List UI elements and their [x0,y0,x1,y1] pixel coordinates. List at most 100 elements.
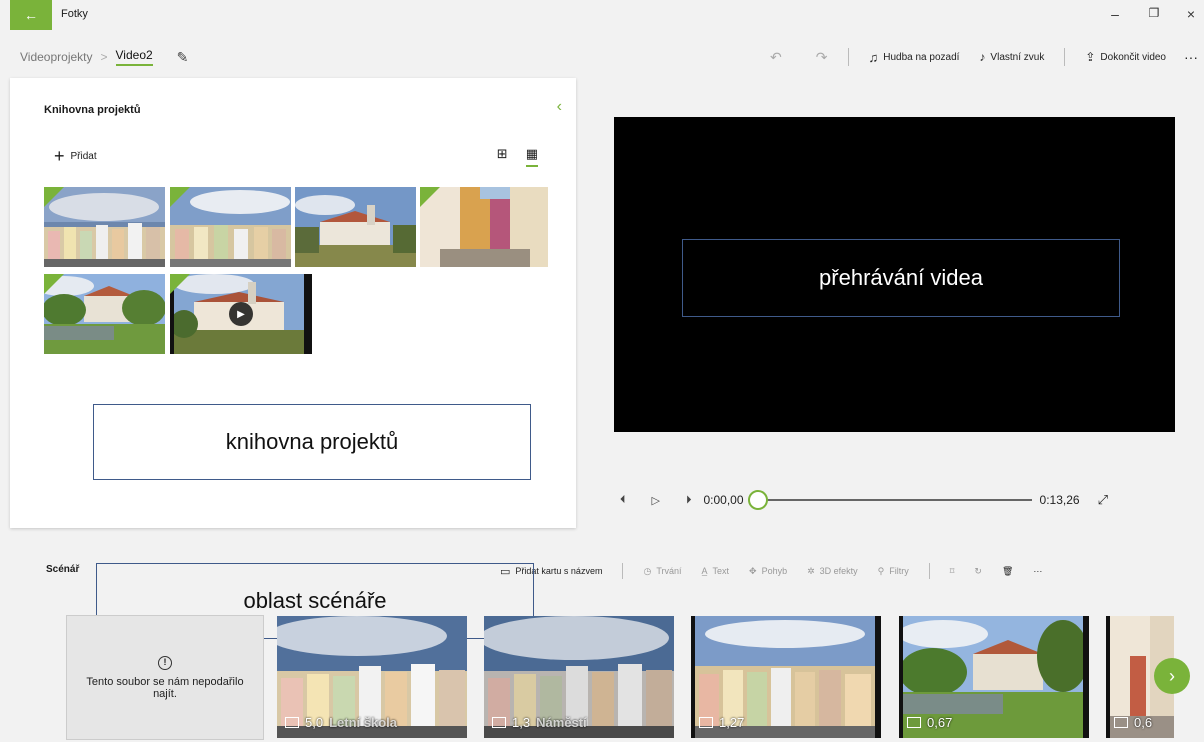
text-label: Text [712,566,730,576]
storyboard-clip[interactable]: 0,67 [899,616,1089,738]
warning-icon: ! [158,655,172,670]
storyboard-clip[interactable]: 1,3 Náměstí [484,616,674,738]
filters-button[interactable]: ⚲ Filtry [878,566,909,577]
clock-icon: ◷ [643,565,652,576]
custom-audio-label: Vlastní zvuk [990,51,1045,63]
resize-icon[interactable]: ⌑ [950,566,955,577]
title-bar: ← Fotky – ❐ × [0,0,1204,44]
scroll-next-button[interactable]: › [1154,658,1190,694]
collapse-library-icon[interactable]: ‹ [557,98,562,116]
custom-audio-icon: ♪ [979,50,986,64]
seek-bar[interactable] [747,490,1032,510]
3d-effects-button[interactable]: ✲ 3D efekty [807,566,858,577]
library-thumbnail[interactable] [170,187,291,267]
breadcrumb-separator: > [100,50,108,64]
close-button[interactable]: × [1176,6,1204,22]
clip-duration: 1,27 [719,715,745,730]
motion-icon: ✥ [749,565,757,576]
clip-label: 1,27 [699,715,744,730]
add-media-label: Přidat [70,151,97,162]
small-grid-view-icon[interactable]: ▦ [525,146,538,167]
clip-duration: 1,3 [512,715,531,730]
library-thumbnail[interactable] [420,187,548,267]
divider [928,563,930,579]
clip-label: 1,3 Náměstí [492,715,587,730]
duration-label: Trvání [656,566,682,576]
finish-video-label: Dokončit video [1100,51,1166,63]
breadcrumb-videoprojects[interactable]: Videoprojekty [0,50,93,64]
storyboard-toolbar: ▭ Přidat kartu s názvem ◷ Trvání A̲ Text… [500,560,1164,582]
app-title: Fotky [61,8,88,20]
library-thumbnail[interactable] [44,187,165,267]
undo-icon[interactable]: ↶ [770,49,782,66]
breadcrumb: Videoprojekty > Video2 ✎ [0,46,188,68]
fullscreen-icon[interactable]: ⤢ [1098,492,1108,508]
play-icon[interactable]: ▶ [229,302,253,326]
text-button[interactable]: A̲ Text [701,566,729,576]
clip-caption: Náměstí [536,715,587,730]
view-toggle: ⊞ ▦ [497,146,538,167]
library-video-thumbnail[interactable]: ▶ [170,274,312,354]
in-use-marker [170,274,190,294]
share-export-icon: ⇪ [1085,50,1096,64]
playback-controls: ⏴ ▷ ⏵ 0:00,00 0:13,26 ⤢ [620,486,1180,514]
divider [847,48,849,66]
top-toolbar: ↶ ↷ ♫ Hudba na pozadí ♪ Vlastní zvuk ⇪ D… [770,46,1204,68]
in-use-marker [44,187,64,207]
text-icon: A̲ [701,566,708,576]
custom-audio-button[interactable]: ♪ Vlastní zvuk [979,50,1044,64]
seek-knob[interactable] [747,490,768,510]
library-thumbnail[interactable] [295,187,416,267]
motion-button[interactable]: ✥ Pohyb [749,566,787,577]
annotation-video: přehrávání videa [682,239,1120,317]
delete-icon[interactable]: 🗑 [1002,566,1013,577]
filter-icon: ⚲ [877,565,885,576]
storyboard-clip[interactable]: 5,0 Letní škola [277,616,467,738]
minimize-button[interactable]: – [1100,6,1130,22]
clip-duration: 0,67 [927,715,953,730]
motion-label: Pohyb [761,566,788,576]
in-use-marker [170,187,190,207]
in-use-marker [44,274,64,294]
clip-label: 0,67 [907,715,952,730]
previous-frame-icon[interactable]: ⏴ [620,494,626,507]
background-music-button[interactable]: ♫ Hudba na pozadí [869,50,960,65]
seek-track [749,499,1032,501]
rotate-icon[interactable]: ↻ [974,566,982,577]
plus-icon: + [54,146,65,166]
clip-duration: 5,0 [305,715,324,730]
filters-label: Filtry [889,566,909,576]
castle-photo [295,187,416,267]
background-music-label: Hudba na pozadí [883,51,960,63]
clip-label: 0,6 [1114,715,1152,730]
finish-video-button[interactable]: ⇪ Dokončit video [1085,50,1166,64]
image-icon [285,717,299,728]
duration-button[interactable]: ◷ Trvání [643,566,681,577]
in-use-marker [420,187,440,207]
missing-clip-card[interactable]: ! Tento soubor se nám nepodařilo najít. [66,615,264,740]
rename-pencil-icon[interactable]: ✎ [177,49,189,66]
restore-button[interactable]: ❐ [1139,6,1169,20]
redo-icon[interactable]: ↷ [816,49,828,66]
add-media-button[interactable]: + Přidat [54,146,97,167]
3d-effects-label: 3D efekty [819,566,858,576]
image-icon [907,717,921,728]
library-thumbnail[interactable] [44,274,165,354]
more-options-icon[interactable]: ··· [1184,49,1198,65]
large-grid-view-icon[interactable]: ⊞ [497,146,508,167]
storyboard-clip[interactable]: 1,27 [691,616,881,738]
storyboard-title: Scénář [46,564,80,575]
arrow-left-icon: ← [24,7,38,23]
play-icon[interactable]: ▷ [652,494,660,507]
current-time: 0:00,00 [703,493,744,507]
back-button[interactable]: ← [10,0,52,30]
breadcrumb-current: Video2 [115,48,153,66]
annotation-library: knihovna projektů [93,404,531,480]
clip-label: 5,0 Letní škola [285,715,397,730]
more-options-icon[interactable]: ··· [1033,566,1042,576]
music-note-icon: ♫ [868,49,879,65]
total-time: 0:13,26 [1039,493,1080,507]
next-frame-icon[interactable]: ⏵ [686,494,692,507]
project-library-panel: Knihovna projektů ‹ + Přidat ⊞ ▦ ▶ kniho… [10,78,576,528]
divider [622,563,624,579]
